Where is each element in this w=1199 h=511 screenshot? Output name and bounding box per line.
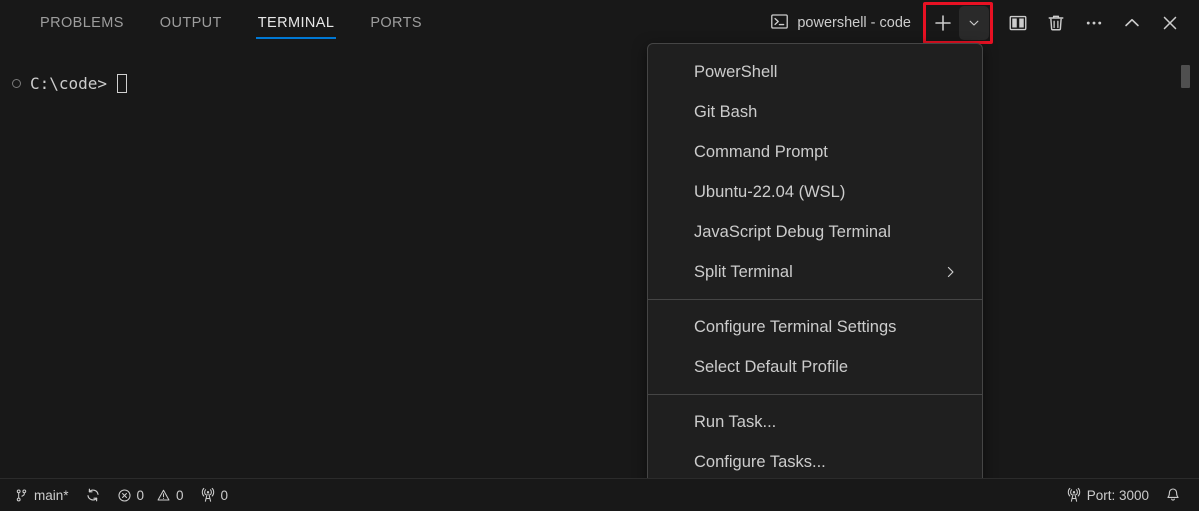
status-ports-count: 0	[221, 488, 229, 503]
bell-icon	[1165, 487, 1181, 503]
terminal-scrollbar[interactable]	[1181, 65, 1190, 88]
chevron-down-icon[interactable]	[959, 6, 989, 40]
status-branch-label: main*	[34, 488, 69, 503]
menu-item-label: Git Bash	[694, 103, 757, 122]
sync-icon	[85, 487, 101, 503]
menu-item-label: Configure Tasks...	[694, 453, 826, 472]
menu-separator	[648, 299, 982, 300]
status-bar-right: Port: 3000	[1058, 479, 1199, 511]
terminal-profile-dropdown-menu: PowerShell Git Bash Command Prompt Ubunt…	[647, 43, 983, 492]
menu-item-label: PowerShell	[694, 63, 777, 82]
tab-active-underline	[256, 37, 337, 39]
menu-item-label: JavaScript Debug Terminal	[694, 223, 891, 242]
menu-item-label: Split Terminal	[694, 263, 793, 282]
menu-item-label: Select Default Profile	[694, 358, 848, 377]
panel-icon-actions	[1003, 8, 1185, 38]
menu-item-split-terminal[interactable]: Split Terminal	[648, 252, 982, 292]
active-terminal-label: powershell - code	[797, 15, 911, 31]
status-bar: main*	[0, 478, 1199, 511]
command-decoration-icon[interactable]	[12, 79, 21, 88]
new-terminal-button-group-highlight	[923, 2, 993, 44]
menu-item-powershell[interactable]: PowerShell	[648, 52, 982, 92]
split-editor-icon[interactable]	[1003, 8, 1033, 38]
trash-icon[interactable]	[1041, 8, 1071, 38]
panel-header-actions: powershell - code	[770, 0, 1199, 46]
menu-item-command-prompt[interactable]: Command Prompt	[648, 132, 982, 172]
tab-problems[interactable]: PROBLEMS	[22, 0, 142, 46]
menu-item-ubuntu-wsl[interactable]: Ubuntu-22.04 (WSL)	[648, 172, 982, 212]
status-port-label: Port: 3000	[1087, 488, 1149, 503]
warning-icon	[156, 488, 171, 503]
tab-terminal[interactable]: TERMINAL	[240, 0, 353, 46]
menu-item-label: Command Prompt	[694, 143, 828, 162]
menu-item-configure-terminal-settings[interactable]: Configure Terminal Settings	[648, 307, 982, 347]
menu-item-run-task[interactable]: Run Task...	[648, 402, 982, 442]
menu-item-label: Ubuntu-22.04 (WSL)	[694, 183, 845, 202]
menu-item-git-bash[interactable]: Git Bash	[648, 92, 982, 132]
source-control-branch-icon	[14, 488, 29, 503]
menu-group-configuration: Configure Terminal Settings Select Defau…	[648, 305, 982, 389]
status-item-ports-count[interactable]: 0	[192, 479, 237, 511]
status-error-count: 0	[137, 488, 145, 503]
terminal-powershell-icon	[770, 12, 789, 35]
menu-item-configure-tasks[interactable]: Configure Tasks...	[648, 442, 982, 482]
status-item-sync[interactable]	[77, 479, 109, 511]
tab-ports-label: PORTS	[370, 15, 422, 31]
menu-item-label: Run Task...	[694, 413, 776, 432]
ellipsis-icon[interactable]	[1079, 8, 1109, 38]
new-terminal-icon[interactable]	[927, 6, 959, 40]
tab-output[interactable]: OUTPUT	[142, 0, 240, 46]
radio-tower-icon	[200, 487, 216, 503]
terminal-prompt-text: C:\code>	[30, 74, 107, 93]
menu-item-javascript-debug-terminal[interactable]: JavaScript Debug Terminal	[648, 212, 982, 252]
status-item-problems[interactable]: 0 0	[109, 479, 192, 511]
terminal-prompt-line: C:\code>	[12, 74, 127, 93]
tab-ports[interactable]: PORTS	[352, 0, 440, 46]
menu-separator	[648, 394, 982, 395]
tab-problems-label: PROBLEMS	[40, 15, 124, 31]
terminal-cursor	[117, 74, 127, 93]
panel-tab-list: PROBLEMS OUTPUT TERMINAL PORTS	[22, 0, 440, 46]
menu-item-select-default-profile[interactable]: Select Default Profile	[648, 347, 982, 387]
chevron-up-icon[interactable]	[1117, 8, 1147, 38]
close-icon[interactable]	[1155, 8, 1185, 38]
status-item-notifications[interactable]	[1157, 479, 1189, 511]
tab-output-label: OUTPUT	[160, 15, 222, 31]
status-warning-count: 0	[176, 488, 184, 503]
tab-terminal-label: TERMINAL	[258, 15, 335, 31]
error-icon	[117, 488, 132, 503]
panel-header: PROBLEMS OUTPUT TERMINAL PORTS	[0, 0, 1199, 46]
terminal-output-area[interactable]: C:\code>	[0, 46, 1199, 478]
status-item-port-forward[interactable]: Port: 3000	[1058, 479, 1157, 511]
vscode-panel-window: PROBLEMS OUTPUT TERMINAL PORTS	[0, 0, 1199, 511]
radio-tower-icon	[1066, 487, 1082, 503]
menu-group-profiles: PowerShell Git Bash Command Prompt Ubunt…	[648, 50, 982, 294]
menu-group-tasks: Run Task... Configure Tasks...	[648, 400, 982, 484]
chevron-right-icon	[943, 265, 958, 280]
status-item-branch[interactable]: main*	[6, 479, 77, 511]
status-bar-left: main*	[0, 479, 236, 511]
active-terminal-indicator[interactable]: powershell - code	[770, 12, 911, 35]
menu-item-label: Configure Terminal Settings	[694, 318, 896, 337]
